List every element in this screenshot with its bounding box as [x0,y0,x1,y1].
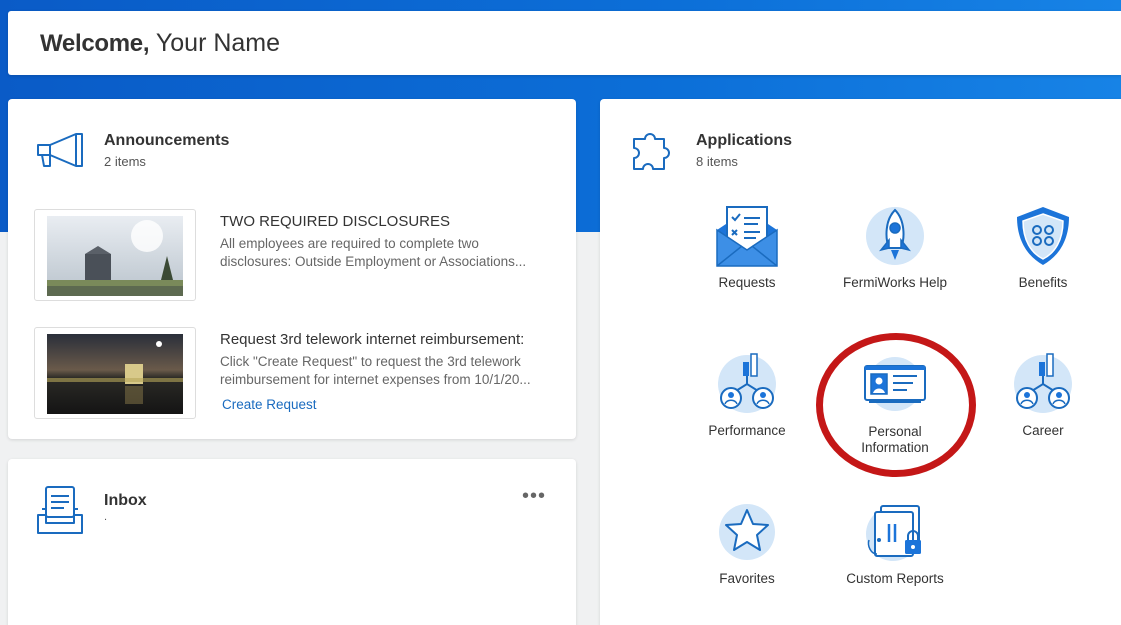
announcement-title[interactable]: Request 3rd telework internet reimbursem… [220,331,524,348]
inbox-tray-icon [37,486,83,534]
app-fermiworks-help[interactable]: FermiWorks Help [825,204,965,291]
announcement-thumbnail[interactable] [34,209,196,301]
create-request-link[interactable]: Create Request [222,397,317,412]
announcement-item[interactable]: Request 3rd telework internet reimbursem… [34,327,554,419]
announcements-title: Announcements [104,132,230,149]
app-label: Performance [708,423,786,438]
megaphone-icon [37,133,83,167]
app-benefits[interactable]: Benefits [973,204,1113,291]
more-options-button[interactable]: ••• [522,486,546,506]
description-line: reimbursement for internet expenses from… [220,372,531,387]
announcement-description: All employees are required to complete t… [220,235,550,271]
org-chart-icon [1014,353,1072,413]
announcement-title[interactable]: TWO REQUIRED DISCLOSURES [220,213,450,230]
app-performance[interactable]: Performance [677,350,817,439]
highlight-circle [816,333,976,477]
envelope-checklist-icon [716,206,778,267]
announcements-count: 2 items [104,154,146,169]
star-icon [719,504,775,560]
inbox-title: Inbox [104,492,147,509]
description-line: Click "Create Request" to request the 3r… [220,354,521,369]
welcome-bar: Welcome, Your Name [8,11,1121,75]
rocket-icon [866,207,924,265]
announcement-description: Click "Create Request" to request the 3r… [220,353,550,389]
app-label: Favorites [719,571,775,586]
description-line: disclosures: Outside Employment or Assoc… [220,254,527,269]
applications-title: Applications [696,132,793,149]
app-custom-reports[interactable]: Custom Reports [825,502,965,587]
announcement-thumbnail[interactable] [34,327,196,419]
app-label: FermiWorks Help [842,275,947,290]
app-label: Custom Reports [846,571,944,586]
app-requests[interactable]: Requests [677,204,817,291]
welcome-heading: Welcome, Your Name [40,29,280,58]
app-career[interactable]: Career [973,350,1113,439]
welcome-label: Welcome, [40,30,150,57]
inbox-card: Inbox . ••• [8,459,576,625]
shield-icon [1017,207,1069,265]
locked-report-icon [866,505,921,561]
building-photo [47,216,183,296]
app-label: Benefits [1018,275,1068,290]
inbox-subtitle: . [104,511,108,523]
puzzle-piece-icon [633,133,670,170]
announcements-card: Announcements 2 items TWO REQUIRED DISCL… [8,99,576,439]
org-chart-icon [718,353,776,413]
announcement-item[interactable]: TWO REQUIRED DISCLOSURES All employees a… [34,209,554,301]
applications-count: 8 items [696,154,738,169]
app-label: Requests [718,275,776,290]
user-name: Your Name [155,29,281,57]
night-building-photo [47,334,183,414]
app-label: Career [1022,423,1064,438]
description-line: All employees are required to complete t… [220,236,479,251]
app-favorites[interactable]: Favorites [677,502,817,587]
